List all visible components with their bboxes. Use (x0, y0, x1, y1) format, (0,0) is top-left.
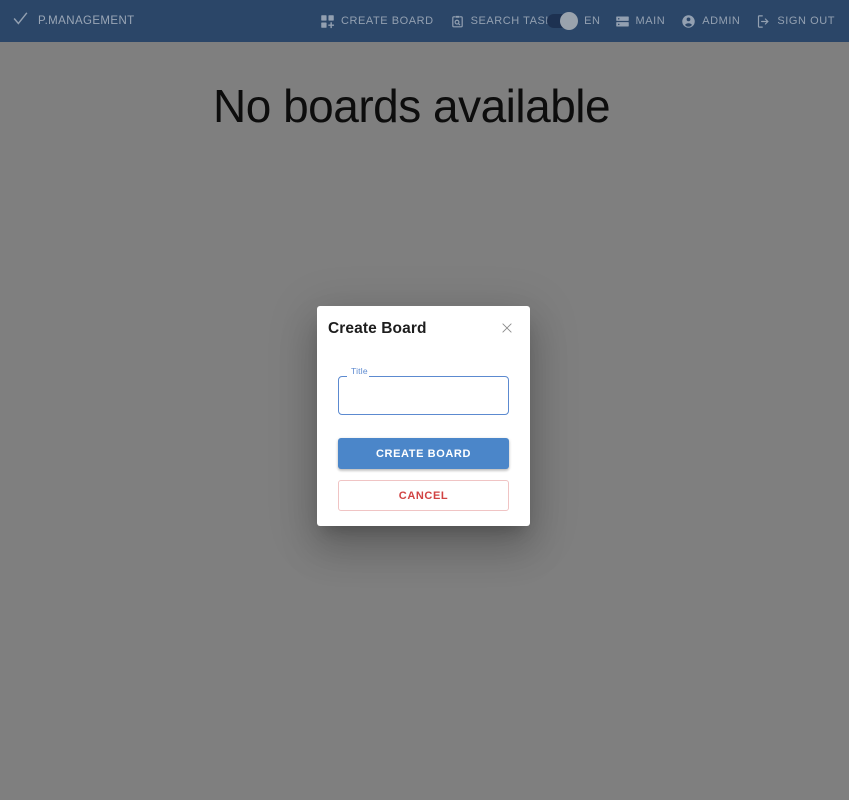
admin-nav-button[interactable]: ADMIN (679, 10, 742, 33)
close-icon (500, 323, 514, 338)
close-dialog-button[interactable] (500, 321, 514, 335)
cancel-button[interactable]: CANCEL (338, 480, 509, 511)
board-title-label: Title (349, 366, 370, 376)
dialog-title: Create Board (328, 320, 427, 337)
brand-logo[interactable]: P.MANAGEMENT (0, 0, 135, 42)
create-board-submit-button[interactable]: CREATE BOARD (338, 438, 509, 469)
dialog-body: Title Title CREATE BOARD CANCEL (317, 366, 530, 511)
board-title-field[interactable]: Title Title (338, 366, 509, 415)
search-task-nav-button[interactable]: SEARCH TASK (448, 10, 556, 33)
sign-out-nav-button[interactable]: SIGN OUT (754, 10, 837, 33)
storage-icon (615, 14, 630, 29)
account-circle-icon (681, 14, 696, 29)
create-board-dialog: Create Board Title Title CREATE BOARD CA… (317, 306, 530, 526)
admin-nav-label: ADMIN (702, 15, 741, 27)
search-task-nav-label: SEARCH TASK (470, 15, 554, 27)
language-label: EN (584, 15, 601, 27)
create-board-nav-label: CREATE BOARD (341, 15, 434, 27)
clipboard-search-icon (450, 14, 465, 29)
dashboard-add-icon (320, 14, 335, 29)
check-icon (12, 10, 29, 32)
app-bar-center-nav: CREATE BOARD SEARCH TASK (318, 0, 555, 42)
app-bar-right-nav: EN MAIN ADMIN SIGN OUT (547, 0, 837, 42)
main-nav-label: MAIN (635, 15, 666, 27)
app-bar: P.MANAGEMENT CREATE BOARD SEARCH TASK EN… (0, 0, 849, 42)
board-title-input[interactable] (338, 377, 509, 415)
main-nav-button[interactable]: MAIN (613, 10, 668, 33)
brand-label: P.MANAGEMENT (38, 15, 135, 27)
create-board-nav-button[interactable]: CREATE BOARD (318, 10, 436, 33)
language-switch-thumb[interactable] (560, 12, 579, 30)
language-toggle[interactable]: EN (547, 12, 601, 30)
language-switch-track[interactable] (547, 12, 579, 30)
sign-out-nav-label: SIGN OUT (777, 15, 835, 27)
logout-icon (756, 14, 771, 29)
dialog-header: Create Board (317, 306, 530, 344)
